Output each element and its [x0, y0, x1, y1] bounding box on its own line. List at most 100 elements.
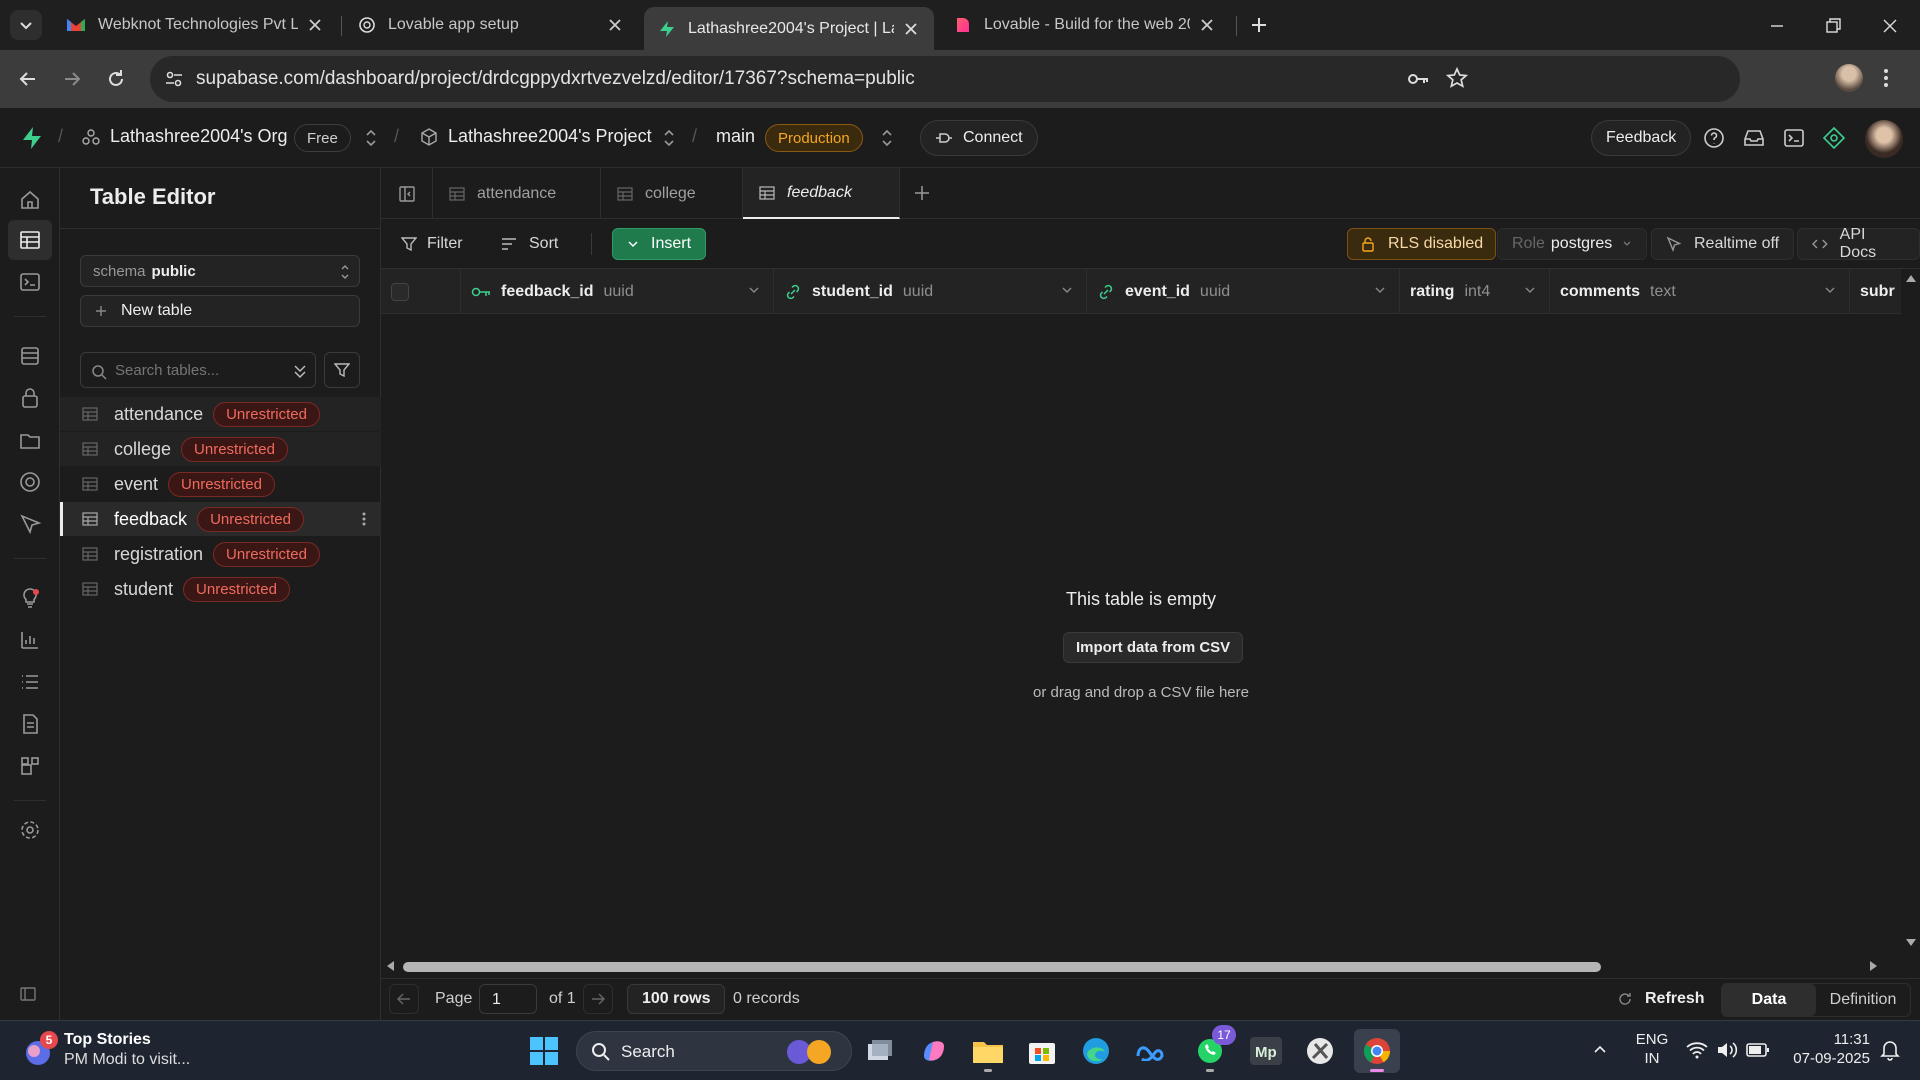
copilot-icon[interactable] — [914, 1031, 954, 1071]
assistant-icon[interactable] — [1822, 126, 1846, 150]
tab-feedback[interactable]: feedback — [743, 168, 900, 219]
chrome-icon[interactable] — [1354, 1029, 1400, 1073]
close-icon[interactable] — [606, 16, 624, 34]
sort-button[interactable]: Sort — [491, 228, 568, 260]
whatsapp-icon[interactable]: 17 — [1190, 1025, 1236, 1072]
password-key-icon[interactable] — [1406, 68, 1430, 90]
filter-tables-button[interactable] — [324, 352, 360, 388]
inbox-icon[interactable] — [1742, 126, 1766, 150]
schema-selector[interactable]: schema public — [80, 255, 360, 287]
mp-app-icon[interactable]: Mp — [1246, 1031, 1286, 1071]
profile-avatar[interactable] — [1835, 64, 1863, 92]
tab-attendance[interactable]: attendance — [433, 168, 601, 219]
branch-name[interactable]: main — [716, 126, 755, 147]
logs-icon[interactable] — [18, 670, 42, 694]
rls-disabled-button[interactable]: RLS disabled — [1347, 228, 1497, 260]
reload-button[interactable] — [104, 67, 128, 91]
column-event-id[interactable]: event_id uuid — [1087, 269, 1400, 314]
api-docs-button[interactable]: API Docs — [1797, 226, 1920, 261]
import-csv-button[interactable]: Import data from CSV — [1063, 632, 1244, 663]
chevrons-down-icon[interactable] — [293, 363, 307, 379]
site-info-icon[interactable] — [164, 69, 184, 89]
database-icon[interactable] — [18, 344, 42, 368]
sidebar-item-event[interactable]: event Unrestricted — [60, 467, 381, 501]
taskbar-search[interactable]: Search — [576, 1031, 852, 1071]
bookmark-star-icon[interactable] — [1446, 67, 1468, 89]
filter-button[interactable]: Filter — [391, 228, 473, 260]
close-icon[interactable] — [306, 16, 324, 34]
browser-tab-gmail[interactable]: Webknot Technologies Pvt Ltd ( — [52, 6, 338, 44]
column-comments[interactable]: comments text — [1550, 269, 1850, 314]
close-icon[interactable] — [902, 20, 920, 38]
reports-icon[interactable] — [18, 628, 42, 652]
search-tables-field[interactable] — [80, 352, 316, 388]
realtime-icon[interactable] — [18, 512, 42, 536]
insert-button[interactable]: Insert — [612, 228, 707, 260]
sidebar-item-attendance[interactable]: attendance Unrestricted — [60, 397, 381, 431]
prev-page-button[interactable] — [389, 984, 419, 1014]
edge-functions-icon[interactable] — [18, 470, 42, 494]
user-avatar[interactable] — [1865, 120, 1903, 158]
integrations-icon[interactable] — [18, 754, 42, 778]
search-input[interactable] — [115, 359, 275, 381]
browser-tab-lovable[interactable]: Lovable - Build for the web 20x — [940, 6, 1230, 44]
settings-gear-icon[interactable] — [18, 818, 42, 842]
scroll-down-icon[interactable] — [1905, 938, 1917, 948]
refresh-button[interactable]: Refresh — [1617, 984, 1705, 1014]
horizontal-scrollbar[interactable] — [381, 954, 1901, 978]
supabase-logo-icon[interactable] — [20, 126, 44, 150]
select-all-checkbox[interactable] — [391, 282, 409, 301]
add-tab-button[interactable] — [913, 184, 931, 202]
app-icon[interactable] — [1300, 1031, 1340, 1071]
tab-search-button[interactable] — [10, 10, 42, 40]
toggle-sidebar-button[interactable] — [381, 168, 433, 219]
column-student-id[interactable]: student_id uuid — [774, 269, 1087, 314]
battery-icon[interactable] — [1746, 1042, 1770, 1058]
restore-button[interactable] — [1821, 14, 1845, 38]
page-input[interactable]: 1 — [479, 984, 537, 1014]
storage-icon[interactable] — [18, 428, 42, 452]
sql-editor-icon[interactable] — [18, 270, 42, 294]
column-rating[interactable]: rating int4 — [1400, 269, 1550, 314]
api-docs-icon[interactable] — [18, 712, 42, 736]
back-button[interactable] — [16, 67, 40, 91]
table-editor-icon[interactable] — [18, 228, 42, 252]
auth-lock-icon[interactable] — [18, 386, 42, 410]
data-view-button[interactable]: Data — [1722, 984, 1816, 1016]
notification-bell-icon[interactable] — [1880, 1039, 1900, 1061]
chevron-down-icon[interactable] — [1823, 283, 1837, 297]
sidebar-item-student[interactable]: student Unrestricted — [60, 572, 381, 606]
connect-button[interactable]: Connect — [920, 120, 1038, 156]
chevron-down-icon[interactable] — [1373, 283, 1387, 297]
close-icon[interactable] — [1198, 16, 1216, 34]
vertical-scrollbar[interactable] — [1901, 269, 1920, 954]
project-switcher-icon[interactable] — [662, 128, 676, 148]
url-text[interactable]: supabase.com/dashboard/project/drdcgppyd… — [196, 68, 915, 90]
address-bar[interactable]: supabase.com/dashboard/project/drdcgppyd… — [150, 56, 1740, 102]
project-name[interactable]: Lathashree2004's Project — [448, 126, 652, 147]
news-subtitle[interactable]: PM Modi to visit... — [64, 1051, 190, 1069]
scroll-left-icon[interactable] — [385, 960, 395, 972]
wifi-icon[interactable] — [1686, 1041, 1708, 1059]
home-icon[interactable] — [18, 188, 42, 212]
chevron-down-icon[interactable] — [1523, 283, 1537, 297]
realtime-button[interactable]: Realtime off — [1651, 228, 1795, 260]
forward-button[interactable] — [60, 67, 84, 91]
news-widget-icon[interactable]: 5 — [20, 1031, 58, 1069]
language-indicator[interactable]: ENG IN — [1634, 1031, 1670, 1067]
feedback-button[interactable]: Feedback — [1591, 120, 1692, 156]
new-tab-button[interactable] — [1246, 12, 1272, 38]
browser-tab-supabase[interactable]: Lathashree2004's Project | Latha — [644, 7, 934, 50]
org-switcher-icon[interactable] — [364, 128, 378, 148]
scroll-right-icon[interactable] — [1869, 960, 1879, 972]
branch-switcher-icon[interactable] — [880, 128, 894, 148]
system-tray-chevron-icon[interactable] — [1592, 1041, 1608, 1057]
terminal-icon[interactable] — [1782, 126, 1806, 150]
advisors-icon[interactable] — [18, 586, 42, 610]
tab-college[interactable]: college — [601, 168, 743, 219]
help-icon[interactable] — [1702, 126, 1726, 150]
scroll-thumb[interactable] — [403, 962, 1601, 972]
window-close-button[interactable] — [1878, 14, 1902, 38]
definition-view-button[interactable]: Definition — [1816, 984, 1910, 1016]
sidebar-item-registration[interactable]: registration Unrestricted — [60, 537, 381, 571]
